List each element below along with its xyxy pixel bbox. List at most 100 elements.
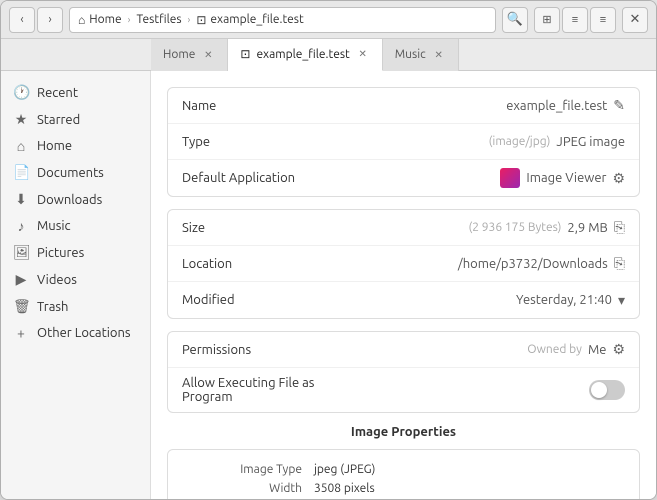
img-prop-label-width: Width [184, 482, 314, 495]
close-button[interactable]: ✕ [622, 7, 648, 33]
sidebar-item-recent[interactable]: 🕐 Recent [1, 79, 150, 106]
prop-row-execute: Allow Executing File as Program [168, 368, 639, 412]
prop-label-modified: Modified [182, 293, 342, 307]
main-layout: 🕐 Recent ★ Starred ⌂ Home 📄 Documents ⬇ … [1, 71, 656, 499]
prop-value-type: (image/jpg) JPEG image [342, 135, 625, 149]
prop-value-permissions: Owned by Me ⚙ [342, 341, 625, 358]
prop-value-location: /home/p3732/Downloads ⎘ [342, 255, 625, 272]
sidebar-item-other-locations[interactable]: + Other Locations [1, 320, 150, 346]
search-button[interactable]: 🔍 [502, 7, 528, 33]
view-grid-button[interactable]: ⊞ [534, 7, 560, 33]
window: ‹ › ⌂ Home › Testfiles › ⊡ example_file.… [0, 0, 657, 500]
size-copy-icon[interactable]: ⎘ [614, 219, 625, 236]
sidebar-label-trash: Trash [37, 300, 68, 314]
titlebar-actions: ⊞ ≡ ≡ [534, 7, 616, 33]
default-app-gear-icon[interactable]: ⚙ [612, 170, 625, 187]
sidebar-item-starred[interactable]: ★ Starred [1, 106, 150, 133]
execute-toggle[interactable] [589, 380, 625, 400]
sidebar: 🕐 Recent ★ Starred ⌂ Home 📄 Documents ⬇ … [1, 71, 151, 499]
breadcrumb[interactable]: ⌂ Home › Testfiles › ⊡ example_file.test [69, 7, 496, 33]
tab-home-label: Home [163, 48, 195, 61]
sidebar-item-downloads[interactable]: ⬇ Downloads [1, 186, 150, 213]
tab-example-file-close[interactable]: ✕ [356, 47, 370, 61]
sidebar-label-music: Music [37, 219, 71, 233]
grid-icon: ⊞ [542, 13, 551, 26]
menu-icon: ≡ [600, 14, 606, 26]
breadcrumb-item-home[interactable]: ⌂ Home [78, 13, 122, 27]
recent-icon: 🕐 [13, 84, 29, 101]
tab-example-file[interactable]: ⊡ example_file.test ✕ [228, 39, 382, 71]
breadcrumb-item-testfiles[interactable]: Testfiles [136, 13, 181, 26]
prop-row-type: Type (image/jpg) JPEG image [168, 124, 639, 160]
back-button[interactable]: ‹ [9, 7, 35, 33]
prop-label-permissions: Permissions [182, 343, 342, 357]
prop-row-name: Name example_file.test ✎ [168, 88, 639, 124]
sidebar-item-videos[interactable]: ▶ Videos [1, 266, 150, 293]
sidebar-label-starred: Starred [37, 113, 80, 127]
prop-label-location: Location [182, 257, 342, 271]
tab-home[interactable]: Home ✕ [151, 39, 228, 71]
breadcrumb-item-file[interactable]: ⊡ example_file.test [196, 13, 303, 27]
app-icon [500, 168, 520, 188]
tab-home-close[interactable]: ✕ [201, 48, 215, 62]
sidebar-label-pictures: Pictures [37, 246, 84, 260]
prop-row-modified: Modified Yesterday, 21:40 ▾ [168, 282, 639, 318]
prop-row-default-app: Default Application Image Viewer ⚙ [168, 160, 639, 196]
trash-icon: 🗑 [13, 298, 29, 315]
music-icon: ♪ [13, 218, 29, 234]
prop-value-modified: Yesterday, 21:40 ▾ [342, 292, 625, 309]
pictures-icon: 🖼 [13, 244, 29, 261]
prop-label-default-app: Default Application [182, 171, 342, 185]
titlebar: ‹ › ⌂ Home › Testfiles › ⊡ example_file.… [1, 1, 656, 39]
basic-properties-section: Name example_file.test ✎ Type (image/jpg… [167, 87, 640, 197]
home-icon: ⌂ [78, 13, 85, 27]
documents-icon: 📄 [13, 164, 29, 181]
permissions-section: Permissions Owned by Me ⚙ Allow Executin… [167, 331, 640, 413]
img-prop-value-width: 3508 pixels [314, 482, 375, 495]
view-list-button[interactable]: ≡ [562, 7, 588, 33]
sidebar-item-trash[interactable]: 🗑 Trash [1, 293, 150, 320]
breadcrumb-label-home: Home [89, 13, 121, 26]
breadcrumb-separator: › [128, 14, 131, 25]
forward-icon: › [48, 13, 51, 26]
edit-icon[interactable]: ✎ [613, 97, 625, 114]
tabbar: Home ✕ ⊡ example_file.test ✕ Music ✕ [1, 39, 656, 71]
tab-music[interactable]: Music ✕ [383, 39, 459, 71]
close-icon: ✕ [630, 12, 641, 27]
content-area: Name example_file.test ✎ Type (image/jpg… [151, 71, 656, 499]
prop-value-name: example_file.test ✎ [342, 97, 625, 114]
downloads-icon: ⬇ [13, 191, 29, 208]
sidebar-item-pictures[interactable]: 🖼 Pictures [1, 239, 150, 266]
tab-example-file-label: example_file.test [256, 48, 349, 61]
img-prop-height: Height 1669 pixels [184, 498, 623, 499]
other-locations-icon: + [13, 325, 29, 341]
prop-label-execute: Allow Executing File as Program [182, 376, 342, 404]
prop-row-location: Location /home/p3732/Downloads ⎘ [168, 246, 639, 282]
sidebar-item-music[interactable]: ♪ Music [1, 213, 150, 239]
videos-icon: ▶ [13, 271, 29, 288]
prop-row-size: Size (2 936 175 Bytes) 2,9 MB ⎘ [168, 210, 639, 246]
location-copy-icon[interactable]: ⎘ [614, 255, 625, 272]
permissions-gear-icon[interactable]: ⚙ [612, 341, 625, 358]
prop-value-size: (2 936 175 Bytes) 2,9 MB ⎘ [342, 219, 625, 236]
prop-label-name: Name [182, 99, 342, 113]
sidebar-item-home[interactable]: ⌂ Home [1, 133, 150, 159]
prop-value-execute [342, 380, 625, 400]
breadcrumb-label-file: example_file.test [210, 13, 303, 26]
breadcrumb-separator2: › [188, 14, 191, 25]
sidebar-label-videos: Videos [37, 273, 77, 287]
file-info-section: Size (2 936 175 Bytes) 2,9 MB ⎘ Location… [167, 209, 640, 319]
back-icon: ‹ [20, 13, 23, 26]
sidebar-label-documents: Documents [37, 166, 104, 180]
sidebar-label-downloads: Downloads [37, 193, 102, 207]
img-prop-value-type: jpeg (JPEG) [314, 463, 375, 476]
menu-button[interactable]: ≡ [590, 7, 616, 33]
sidebar-item-documents[interactable]: 📄 Documents [1, 159, 150, 186]
modified-expand-icon[interactable]: ▾ [618, 292, 625, 309]
home-nav-icon: ⌂ [13, 138, 29, 154]
forward-button[interactable]: › [37, 7, 63, 33]
img-prop-label-type: Image Type [184, 463, 314, 476]
sidebar-label-other-locations: Other Locations [37, 326, 131, 340]
tab-music-close[interactable]: ✕ [432, 48, 446, 62]
nav-buttons: ‹ › [9, 7, 63, 33]
